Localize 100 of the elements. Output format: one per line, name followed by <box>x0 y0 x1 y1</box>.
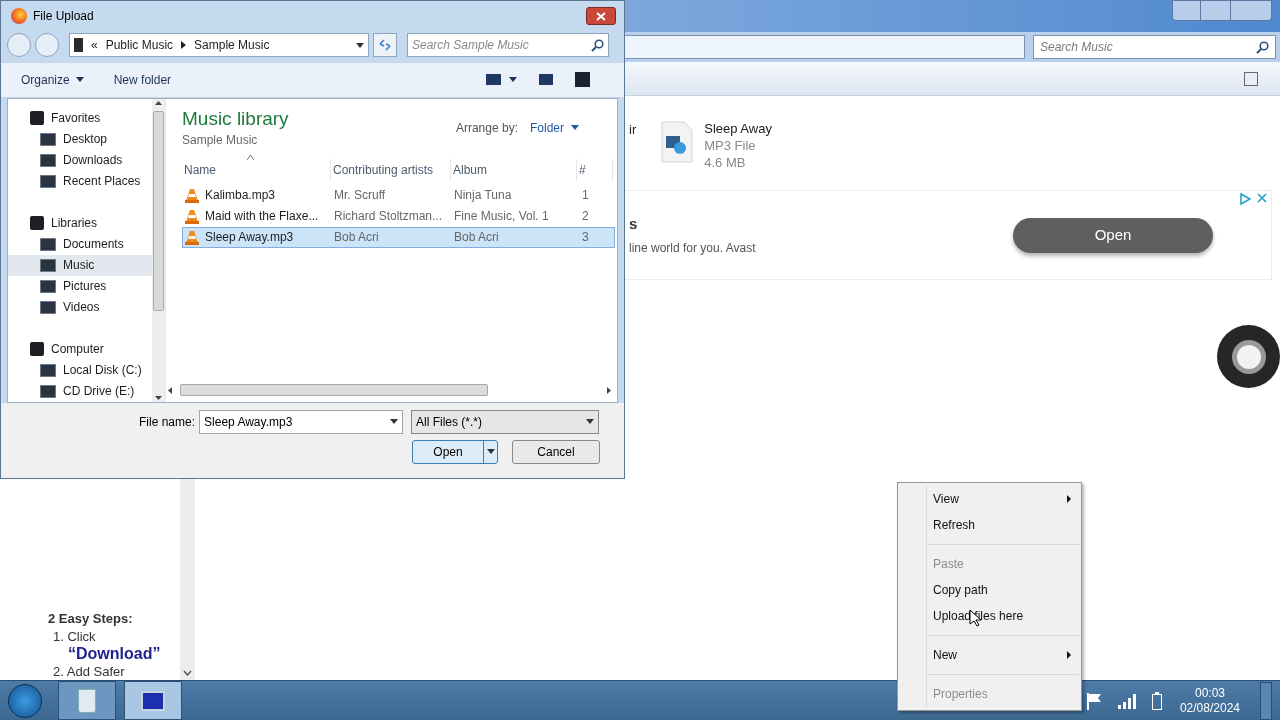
table-cell-text: 2 <box>581 208 590 226</box>
flag-icon[interactable] <box>1085 691 1104 710</box>
traffic-cone-icon <box>185 229 199 245</box>
tree-item[interactable]: CD Drive (E:) <box>8 380 152 402</box>
clock[interactable]: 00:03 02/08/2024 <box>1179 685 1240 716</box>
battery-icon[interactable] <box>1151 691 1162 710</box>
close-icon <box>596 11 606 21</box>
overflow-chevron[interactable]: « <box>91 36 98 55</box>
file-row[interactable]: Sleep Away.mp3 Bob Acri Bob Acri 3 <box>182 226 615 248</box>
caret-icon <box>571 125 579 131</box>
ad-heading: 2 Easy Steps: <box>48 609 134 628</box>
arrange-dropdown[interactable]: Folder <box>530 118 579 137</box>
file-item[interactable]: Sleep Away MP3 File 4.6 MB <box>660 120 772 171</box>
column-header[interactable]: # <box>577 158 613 181</box>
breadcrumb-item[interactable]: Sample Music <box>194 36 270 55</box>
column-header[interactable]: Name <box>182 158 331 181</box>
signal-icon[interactable] <box>1117 692 1138 709</box>
ad-open-button[interactable]: Open <box>1013 217 1213 253</box>
tree-item[interactable]: Local Disk (C:) <box>8 359 152 381</box>
file-row[interactable]: Kalimba.mp3 Mr. Scruff Ninja Tuna 1 <box>182 184 615 206</box>
column-header[interactable]: Album <box>451 158 577 181</box>
scroll-down-icon[interactable] <box>154 395 162 400</box>
menu-item[interactable]: Copy path <box>898 577 1081 603</box>
help-icon[interactable] <box>575 72 590 88</box>
table-cell-text: Fine Music, Vol. 1 <box>453 208 550 226</box>
menu-item[interactable]: View <box>898 486 1081 512</box>
cancel-button[interactable]: Cancel <box>512 439 600 464</box>
traffic-cone-icon <box>185 208 199 224</box>
table-cell-text: 3 <box>581 229 590 247</box>
browser-logo-icon <box>11 8 27 25</box>
taskbar-button[interactable] <box>58 681 116 720</box>
scroll-up-icon[interactable] <box>154 100 162 105</box>
file-row[interactable]: Maid with the Flaxe... Richard Stoltzman... Fine Music, Vol. 1 2 <box>182 205 615 227</box>
submenu-arrow-icon <box>1067 495 1071 503</box>
menu-item[interactable]: Refresh <box>898 512 1081 538</box>
toolbar-button[interactable]: New folder <box>113 70 172 89</box>
tree-item[interactable]: Videos <box>8 296 152 318</box>
caret-icon <box>586 419 595 425</box>
view-options-icon[interactable] <box>1244 71 1258 86</box>
table-cell-text: Ninja Tuna <box>453 187 513 205</box>
file-name: ir <box>629 121 637 139</box>
window-title: File Upload <box>33 8 94 26</box>
traffic-cone-icon <box>185 187 199 203</box>
tree-item[interactable]: Music <box>8 254 152 276</box>
file-name: Sleep Away.mp3 <box>205 229 294 247</box>
library-title: Music library <box>182 106 289 131</box>
search-icon <box>591 38 604 52</box>
tree-item[interactable]: Downloads <box>8 149 152 171</box>
tree-item[interactable]: Favorites <box>8 107 152 129</box>
tree-item[interactable]: Computer <box>8 338 152 360</box>
search-field[interactable]: Search Sample Music <box>407 33 609 58</box>
refresh-button[interactable] <box>373 33 397 58</box>
ad-title: s <box>629 213 639 234</box>
file-name: Kalimba.mp3 <box>205 187 276 205</box>
column-header[interactable]: Contributing artists <box>331 158 451 181</box>
tree-item[interactable]: Documents <box>8 233 152 255</box>
taskbar-button[interactable] <box>124 681 182 720</box>
scroll-left-icon[interactable] <box>168 386 172 394</box>
file-name-label: File name: <box>139 413 196 431</box>
scroll-down-icon[interactable] <box>183 670 192 676</box>
recycle-bin-icon <box>78 688 96 713</box>
ad-step: 1. Click <box>53 628 180 645</box>
folder-icon <box>74 38 83 53</box>
search-field[interactable]: Search Music <box>1033 35 1276 59</box>
table-cell-text: 1 <box>581 187 590 205</box>
horizontal-scrollbar[interactable] <box>180 384 488 397</box>
table-cell-text: Mr. Scruff <box>333 187 387 205</box>
submenu-arrow-icon <box>1067 651 1071 659</box>
caret-icon <box>75 77 84 83</box>
view-icon[interactable] <box>486 74 501 86</box>
close-icon[interactable] <box>1257 193 1267 203</box>
file-type-dropdown[interactable]: All Files (*.*) <box>411 409 600 434</box>
tree-item[interactable]: Desktop <box>8 128 152 150</box>
maximize-button[interactable] <box>1201 1 1231 20</box>
computer-icon <box>141 690 165 711</box>
toolbar-button[interactable]: Organize <box>21 70 84 89</box>
ad-step: 2. Add Safer <box>53 663 180 680</box>
tree-item[interactable]: Recent Places <box>8 170 152 192</box>
table-cell-text: Richard Stoltzman... <box>333 208 444 226</box>
breadcrumb-item[interactable]: Public Music <box>105 36 174 55</box>
file-name: Maid with the Flaxe... <box>205 208 319 226</box>
close-button[interactable] <box>586 7 616 26</box>
preview-pane-icon[interactable] <box>539 74 553 86</box>
music-file-icon <box>660 120 695 164</box>
file-name-field[interactable]: Sleep Away.mp3 <box>199 409 404 434</box>
scroll-right-icon[interactable] <box>607 386 611 394</box>
caret-icon <box>509 77 517 83</box>
open-button[interactable]: Open <box>412 439 498 464</box>
arrange-label: Arrange by: <box>455 119 518 137</box>
tree-item[interactable]: Libraries <box>8 212 152 234</box>
caret-icon <box>390 419 399 425</box>
refresh-icon <box>378 39 392 52</box>
minimize-button[interactable] <box>1173 1 1201 20</box>
ad-text: line world for you. Avast <box>629 240 756 258</box>
caret-icon <box>356 42 364 48</box>
vertical-scrollbar[interactable] <box>151 98 165 402</box>
address-bar[interactable]: « Public Music Sample Music <box>69 33 369 58</box>
ad-choices-icon[interactable] <box>1240 193 1251 205</box>
menu-item[interactable]: New <box>898 642 1081 668</box>
tree-item[interactable]: Pictures <box>8 275 152 297</box>
